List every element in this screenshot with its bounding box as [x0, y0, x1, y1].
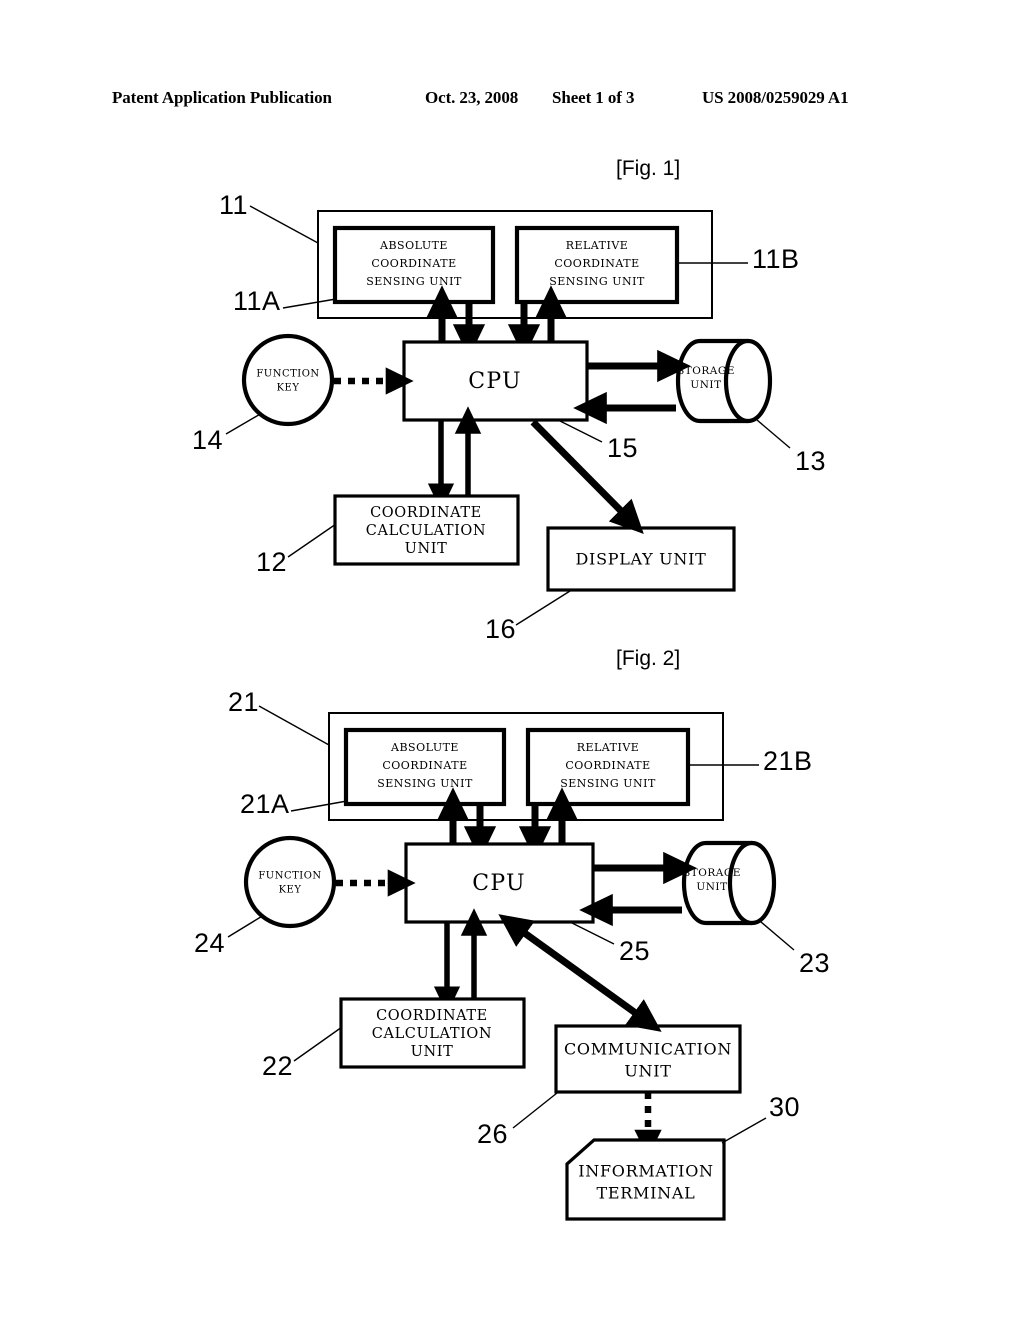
fig2-storage-line-2: UNIT [696, 881, 727, 893]
figure-1: ABSOLUTE COORDINATE SENSING UNIT RELATIV… [192, 190, 826, 644]
fig1-leader-12 [287, 523, 337, 558]
fig2-leader-22 [293, 1026, 343, 1062]
fig1-calc-line-1: COORDINATE [370, 505, 482, 521]
fig2-absolute-sensing-line-1: ABSOLUTE [390, 741, 459, 754]
fig2-storage-line-1: STORAGE [683, 867, 741, 879]
fig2-communication-line-2: UNIT [624, 1062, 671, 1081]
fig2-cpu-label: CPU [472, 871, 525, 896]
fig1-ref-14: 14 [192, 425, 223, 455]
fig1-ref-11B: 11B [752, 244, 800, 274]
fig2-leader-26 [512, 1092, 558, 1129]
fig2-function-key-circle [243, 835, 337, 929]
patent-drawing-canvas: ABSOLUTE COORDINATE SENSING UNIT RELATIV… [192, 190, 830, 1221]
fig2-ref-24: 24 [194, 928, 225, 958]
fig1-ref-11: 11 [219, 190, 248, 220]
fig2-calc-line-3: UNIT [411, 1044, 454, 1060]
fig2-leader-25 [571, 922, 615, 945]
fig1-display-label: DISPLAY UNIT [576, 550, 707, 569]
fig2-ref-21A: 21A [240, 789, 290, 819]
fig1-absolute-sensing-line-1: ABSOLUTE [379, 239, 448, 252]
fig1-leader-11 [249, 205, 319, 244]
fig1-calc-line-3: UNIT [405, 541, 448, 557]
fig2-function-key-line-2: KEY [279, 885, 302, 896]
fig1-storage-line-1: STORAGE [677, 365, 735, 377]
fig1-leader-14 [225, 412, 263, 435]
fig2-ref-21B: 21B [763, 746, 813, 776]
figure-2: ABSOLUTE COORDINATE SENSING UNIT RELATIV… [194, 687, 830, 1221]
fig2-terminal-line-2: TERMINAL [597, 1184, 696, 1203]
fig2-leader-21 [258, 705, 330, 746]
fig2-ref-21: 21 [228, 687, 259, 717]
fig2-calc-line-2: CALCULATION [372, 1026, 492, 1042]
fig2-ref-26: 26 [477, 1119, 508, 1149]
fig1-absolute-sensing-line-2: COORDINATE [371, 257, 456, 270]
fig1-absolute-sensing-line-3: SENSING UNIT [366, 275, 462, 288]
fig2-absolute-sensing-line-2: COORDINATE [382, 759, 467, 772]
fig1-function-key-line-1: FUNCTION [256, 369, 319, 380]
fig1-ref-13: 13 [795, 446, 826, 476]
fig2-function-key-line-1: FUNCTION [258, 871, 321, 882]
fig1-calc-line-2: CALCULATION [366, 523, 486, 539]
fig2-relative-sensing-line-2: COORDINATE [565, 759, 650, 772]
fig2-calc-line-1: COORDINATE [376, 1008, 488, 1024]
fig1-leader-16 [515, 590, 571, 626]
fig1-ref-11A: 11A [233, 286, 281, 316]
fig2-absolute-sensing-line-3: SENSING UNIT [377, 777, 473, 790]
fig2-communication-line-1: COMMUNICATION [564, 1040, 732, 1059]
fig1-relative-sensing-line-3: SENSING UNIT [549, 275, 645, 288]
fig2-terminal-line-1: INFORMATION [578, 1162, 713, 1181]
fig1-storage-line-2: UNIT [690, 379, 721, 391]
fig2-ref-25: 25 [619, 936, 650, 966]
fig2-leader-23 [760, 921, 795, 951]
fig2-relative-sensing-line-1: RELATIVE [577, 741, 640, 754]
fig2-ref-22: 22 [262, 1051, 293, 1081]
fig1-relative-sensing-line-1: RELATIVE [566, 239, 629, 252]
fig1-leader-13 [756, 419, 791, 449]
fig1-function-key-circle [241, 333, 335, 427]
fig1-function-key-line-2: KEY [277, 383, 300, 394]
fig2-relative-sensing-line-3: SENSING UNIT [560, 777, 656, 790]
fig1-ref-12: 12 [256, 547, 287, 577]
fig2-ref-23: 23 [799, 948, 830, 978]
fig2-leader-24 [227, 914, 265, 938]
fig2-communication-unit [554, 1024, 742, 1094]
fig1-ref-15: 15 [607, 433, 638, 463]
fig1-cpu-label: CPU [468, 369, 521, 394]
fig1-leader-15 [559, 420, 603, 443]
fig2-leader-30 [721, 1117, 767, 1144]
fig2-ref-30: 30 [769, 1092, 800, 1122]
fig1-relative-sensing-line-2: COORDINATE [554, 257, 639, 270]
fig1-ref-16: 16 [485, 614, 516, 644]
